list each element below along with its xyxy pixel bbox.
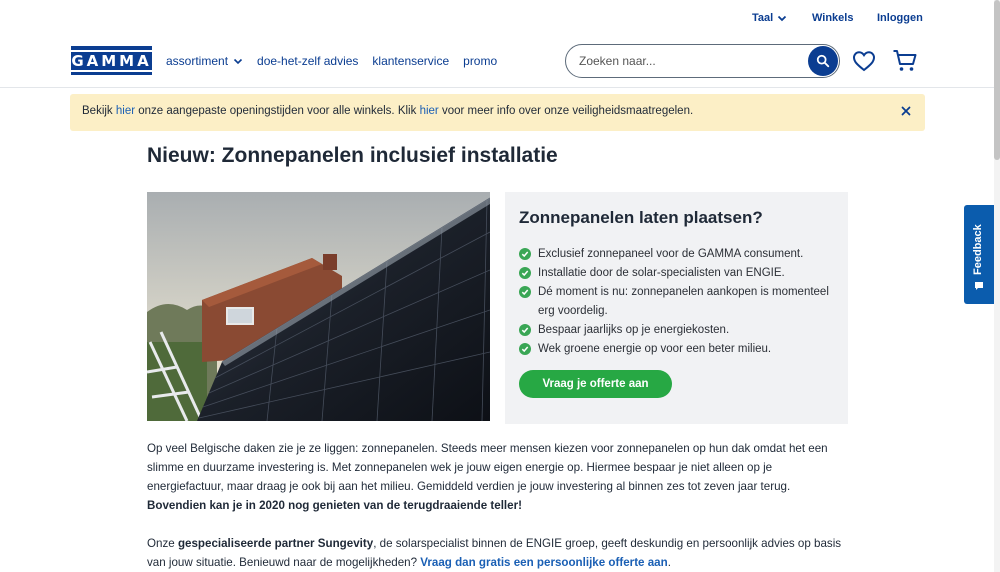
search-input[interactable] xyxy=(566,46,796,76)
chevron-down-icon xyxy=(778,15,787,22)
feedback-label: Feedback xyxy=(972,224,984,275)
list-item: Dé moment is nu: zonnepanelen aankopen i… xyxy=(519,283,839,320)
solar-panels-illustration xyxy=(147,192,490,421)
partner-name: gespecialiseerde partner Sungevity xyxy=(177,537,374,550)
heart-icon xyxy=(852,51,876,72)
main-nav: assortiment doe-het-zelf advies klantens… xyxy=(166,54,511,68)
paragraph-text: Op veel Belgische daken zie je ze liggen… xyxy=(147,442,828,493)
safety-info-link[interactable]: hier xyxy=(420,105,439,117)
solar-roof-image xyxy=(147,192,490,421)
checkmark-icon xyxy=(519,267,531,279)
list-item-text: Wek groene energie op voor een beter mil… xyxy=(538,342,772,355)
highlight-text: Bovendien kan je in 2020 nog genieten va… xyxy=(147,499,522,512)
stores-link[interactable]: Winkels xyxy=(812,12,853,24)
nav-item-assortiment[interactable]: assortiment xyxy=(166,54,243,68)
banner-text: Bekijk hier onze aangepaste openingstijd… xyxy=(82,105,693,117)
paragraph: Op veel Belgische daken zie je ze liggen… xyxy=(147,439,847,515)
checkmark-icon xyxy=(519,286,531,298)
paragraph: Onze gespecialiseerde partner Sungevity,… xyxy=(147,534,847,572)
list-item: Wek groene energie op voor een beter mil… xyxy=(519,340,839,359)
list-item-text: Installatie door de solar-specialisten v… xyxy=(538,267,785,279)
request-quote-button[interactable]: Vraag je offerte aan xyxy=(519,370,672,398)
article-body: Op veel Belgische daken zie je ze liggen… xyxy=(147,439,847,572)
banner-text-part: Bekijk xyxy=(82,105,116,117)
logo-text: GAMMA xyxy=(65,49,158,72)
utility-bar: Taal Winkels Inloggen xyxy=(0,0,1000,36)
list-item: Exclusief zonnepaneel voor de GAMMA cons… xyxy=(519,245,839,264)
paragraph-text: . xyxy=(667,556,671,569)
panel-title: Zonnepanelen laten plaatsen? xyxy=(519,208,763,227)
cart-button[interactable] xyxy=(892,48,918,74)
scrollbar-thumb[interactable] xyxy=(994,0,1000,160)
list-item-text: Bespaar jaarlijks op je energiekosten. xyxy=(538,323,730,336)
opening-hours-link[interactable]: hier xyxy=(116,105,135,117)
banner-text-part: voor meer info over onze veiligheidsmaat… xyxy=(438,105,694,117)
search-icon xyxy=(816,54,830,68)
search-bar xyxy=(565,44,840,78)
page-title: Nieuw: Zonnepanelen inclusief installati… xyxy=(147,144,558,167)
site-header: GAMMA assortiment doe-het-zelf advies kl… xyxy=(0,36,1000,88)
nav-item-customer-service[interactable]: klantenservice xyxy=(372,54,449,68)
cart-icon xyxy=(893,50,917,71)
nav-label: doe-het-zelf advies xyxy=(257,54,359,68)
chevron-down-icon xyxy=(233,58,243,65)
gamma-logo[interactable]: GAMMA xyxy=(65,46,158,75)
close-icon xyxy=(901,106,911,116)
free-quote-link[interactable]: Vraag dan gratis een persoonlijke offert… xyxy=(420,556,667,569)
nav-item-diy-advice[interactable]: doe-het-zelf advies xyxy=(257,54,358,68)
nav-label: klantenservice xyxy=(372,54,450,68)
language-label: Taal xyxy=(752,12,774,24)
checkmark-icon xyxy=(519,342,531,355)
checkmark-icon xyxy=(519,248,531,260)
nav-item-promo[interactable]: promo xyxy=(463,54,497,68)
wishlist-button[interactable] xyxy=(851,48,877,74)
login-link[interactable]: Inloggen xyxy=(877,12,923,24)
nav-label: promo xyxy=(463,54,498,68)
feedback-tab[interactable]: Feedback xyxy=(964,205,994,304)
banner-text-part: onze aangepaste openingstijden voor alle… xyxy=(135,105,420,117)
page-scrollbar[interactable] xyxy=(994,0,1000,572)
benefits-list: Exclusief zonnepaneel voor de GAMMA cons… xyxy=(519,245,839,359)
language-selector[interactable]: Taal xyxy=(752,12,787,24)
nav-label: assortiment xyxy=(166,54,229,68)
banner-close-button[interactable] xyxy=(899,104,913,118)
list-item: Bespaar jaarlijks op je energiekosten. xyxy=(519,321,839,340)
checkmark-icon xyxy=(519,323,531,336)
list-item-text: Dé moment is nu: zonnepanelen aankopen i… xyxy=(538,286,829,317)
paragraph-text: Onze xyxy=(147,537,178,550)
notice-banner: Bekijk hier onze aangepaste openingstijd… xyxy=(70,94,925,131)
solar-info-panel: Zonnepanelen laten plaatsen? Exclusief z… xyxy=(505,192,848,424)
speech-bubble-icon xyxy=(975,282,983,290)
list-item-text: Exclusief zonnepaneel voor de GAMMA cons… xyxy=(538,248,804,260)
search-button[interactable] xyxy=(808,46,838,76)
list-item: Installatie door de solar-specialisten v… xyxy=(519,264,839,283)
